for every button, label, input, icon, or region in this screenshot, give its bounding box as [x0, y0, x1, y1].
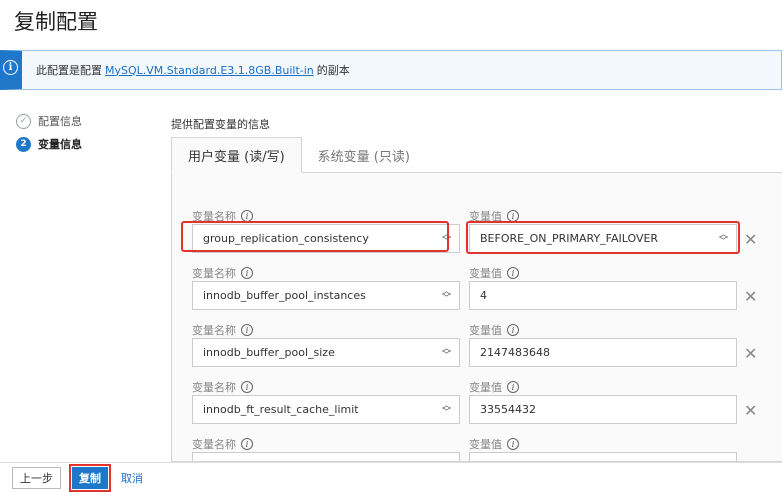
step-config-info[interactable]: ✓ 配置信息 [16, 113, 82, 129]
copy-button[interactable]: 复制 [69, 463, 111, 492]
tab-system-variables[interactable]: 系统变量 (只读) [302, 137, 426, 173]
source-config-link[interactable]: MySQL.VM.Standard.E3.1.8GB.Built-in [105, 64, 314, 77]
wizard-footer: 上一步 复制 取消 [0, 462, 782, 492]
page-title: 复制配置 [14, 10, 98, 34]
variable-value-input[interactable]: 4 [469, 281, 737, 310]
wizard-steps: ✓ 配置信息 2 变量信息 [16, 113, 82, 159]
help-icon[interactable]: i [507, 267, 519, 279]
variable-value-label: 变量值 i [469, 436, 519, 452]
variable-name-select[interactable]: group_replication_consistency ︿ ﹀ [192, 224, 460, 253]
remove-row-icon[interactable]: ✕ [744, 344, 757, 363]
variable-name-select[interactable]: innodb_buffer_pool_size ︿ ﹀ [192, 338, 460, 367]
help-icon[interactable]: i [507, 381, 519, 393]
variable-value-label: 变量值 i [469, 208, 519, 224]
variable-value-label: 变量值 i [469, 379, 519, 395]
variable-value-select[interactable]: BEFORE_ON_PRIMARY_FAILOVER ︿ ﹀ [469, 224, 737, 253]
variable-name-select[interactable]: innodb_buffer_pool_instances ︿ ﹀ [192, 281, 460, 310]
help-icon[interactable]: i [241, 210, 253, 222]
variable-name-select[interactable] [192, 452, 460, 461]
variable-row: 变量名称 i 变量值 i innodb_buffer_pool_size ︿ ﹀ 214… [172, 322, 782, 374]
chevron-updown-icon: ︿ ﹀ [441, 287, 451, 304]
check-icon: ✓ [16, 113, 31, 129]
variable-value-label: 变量值 i [469, 265, 519, 281]
chevron-updown-icon: ︿ ﹀ [441, 230, 451, 247]
variable-row: 变量名称 i 变量值 i [172, 436, 782, 461]
help-icon[interactable]: i [507, 438, 519, 450]
info-banner: i 此配置是配置 MySQL.VM.Standard.E3.1.8GB.Buil… [0, 50, 782, 90]
variable-name-label: 变量名称 i [192, 436, 253, 452]
chevron-updown-icon: ︿ ﹀ [718, 230, 728, 247]
step-label: 变量信息 [38, 138, 82, 151]
help-icon[interactable]: i [507, 210, 519, 222]
banner-text-after: 的副本 [316, 64, 350, 77]
step-number-badge: 2 [16, 136, 31, 152]
tab-panel-user-variables: 变量名称 i 变量值 i group_replication_consistency… [171, 172, 782, 462]
variable-value-label: 变量值 i [469, 322, 519, 338]
help-icon[interactable]: i [241, 381, 253, 393]
remove-row-icon[interactable]: ✕ [744, 287, 757, 306]
variable-value-input[interactable]: 33554432 [469, 395, 737, 424]
remove-row-icon[interactable]: ✕ [744, 230, 757, 249]
tab-user-variables[interactable]: 用户变量 (读/写) [171, 137, 302, 173]
variable-value-input[interactable] [469, 452, 737, 461]
help-icon[interactable]: i [241, 267, 253, 279]
chevron-updown-icon: ︿ ﹀ [441, 344, 451, 361]
chevron-updown-icon: ︿ ﹀ [441, 401, 451, 418]
variable-name-label: 变量名称 i [192, 265, 253, 281]
help-icon[interactable]: i [241, 438, 253, 450]
variable-name-label: 变量名称 i [192, 208, 253, 224]
variable-value-input[interactable]: 2147483648 [469, 338, 737, 367]
help-icon[interactable]: i [241, 324, 253, 336]
help-icon[interactable]: i [507, 324, 519, 336]
step-variable-info[interactable]: 2 变量信息 [16, 136, 82, 152]
banner-text-before: 此配置是配置 [36, 64, 102, 77]
step-label: 配置信息 [38, 115, 82, 128]
cancel-link[interactable]: 取消 [119, 467, 145, 489]
variable-row: 变量名称 i 变量值 i innodb_ft_result_cache_limit ︿… [172, 379, 782, 431]
variable-name-select[interactable]: innodb_ft_result_cache_limit ︿ ﹀ [192, 395, 460, 424]
variable-row: 变量名称 i 变量值 i innodb_buffer_pool_instances ︿… [172, 265, 782, 317]
info-icon: i [3, 60, 18, 75]
remove-row-icon[interactable]: ✕ [744, 401, 757, 420]
previous-step-button[interactable]: 上一步 [12, 466, 61, 489]
variable-row: 变量名称 i 变量值 i group_replication_consistency… [172, 208, 782, 260]
section-heading: 提供配置变量的信息 [171, 118, 270, 131]
variable-name-label: 变量名称 i [192, 322, 253, 338]
variable-tabs: 用户变量 (读/写) 系统变量 (只读) [171, 137, 426, 173]
variable-name-label: 变量名称 i [192, 379, 253, 395]
